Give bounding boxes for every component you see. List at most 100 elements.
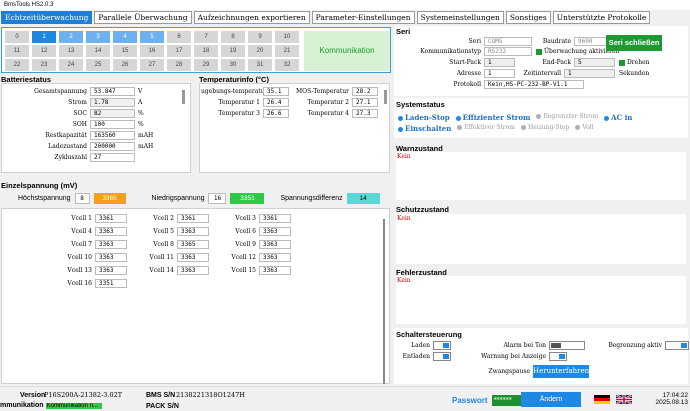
system-status-item: Begrenzter Strom [536,113,598,122]
battery-row: Restkapazität 163560 mAH [4,131,153,140]
footer: Version P16S200A-21382-3.02T BMS S/N 213… [0,386,690,411]
status-text: AC in [611,113,633,122]
battery-unit: A [138,99,143,106]
pack-cell[interactable]: 30 [221,59,245,71]
warn-display-toggle[interactable] [549,352,567,361]
charge-toggle[interactable] [433,341,451,350]
pack-cell[interactable]: 21 [275,45,299,57]
interval-select[interactable]: 1 [564,69,615,78]
pack-cell[interactable]: 23 [32,59,56,71]
battery-status-panel: Gesamtspannung 53.847 V Strom 1.78 A SOC 82% SOH… [1,83,191,173]
tab-4[interactable]: Systemeinstellungen [416,11,504,24]
pack-cell[interactable]: 29 [194,59,218,71]
battery-label: SOC [73,110,87,117]
change-password-button[interactable]: Ändern [521,392,581,407]
status-dot-icon [536,114,542,119]
status-dot-icon [398,115,403,121]
min-cell-index: 16 [208,193,227,204]
pack-cell[interactable]: 22 [5,59,29,71]
communication-value: Kommunikation n... [45,402,102,409]
status-dot-icon [575,125,581,130]
pack-cell[interactable]: 3 [86,31,110,43]
clock: 17:04:22 2025.08.13 [650,392,688,406]
pack-cell[interactable]: 24 [59,59,83,71]
pack-cell[interactable]: 13 [59,45,83,57]
tab-2[interactable]: Aufzeichnungen exportieren [193,11,310,24]
pack-cell[interactable]: 5 [140,31,164,43]
communication-status: Kommunikation [304,31,390,71]
pack-cell[interactable]: 27 [140,59,164,71]
battery-label: Restkapazität [45,132,87,139]
cell-label: Vcell 9 [235,241,256,248]
pack-cell[interactable]: 0 [5,31,29,43]
cell-voltage-item: Vcell 5 3363 [134,227,209,236]
uk-flag-icon[interactable] [616,395,632,404]
temperature-scrollbar[interactable] [384,90,387,104]
cell-value: 3365 [177,240,209,249]
pack-cell[interactable]: 11 [5,45,29,57]
tab-6[interactable]: Unterstützte Protokolle [552,11,651,24]
cell-scrollbar[interactable] [383,219,385,384]
discharge-toggle[interactable] [433,352,451,361]
tab-3[interactable]: Parameter-Einstellungen [311,11,415,24]
battery-row: SOH 100% [4,120,144,129]
pack-cell[interactable]: 16 [140,45,164,57]
cell-value: 3351 [95,279,127,288]
rotate-checkbox[interactable] [619,59,625,66]
cell-value: 3363 [177,227,209,236]
battery-label: Ladezustand [48,143,87,150]
alarm-toggle[interactable] [549,341,585,350]
cell-voltage-item: Vcell 13 3363 [52,266,127,275]
pack-cell[interactable]: 1 [32,31,56,43]
pack-cell[interactable]: 32 [275,59,299,71]
battery-label: Gesamtspannung [34,88,87,95]
pack-cell[interactable]: 12 [32,45,56,57]
comm-type-select[interactable]: RS232 [484,47,532,56]
pack-cell[interactable]: 20 [248,45,272,57]
system-status-item: Heizung-Stop [520,124,569,133]
pack-cell[interactable]: 25 [86,59,110,71]
address-input[interactable]: 1 [484,69,515,78]
pack-cell[interactable]: 26 [113,59,137,71]
seri-select[interactable]: COM5 [484,37,532,46]
cell-voltage-panel: Vcell 1 3361 Vcell 2 3361 Vcell 3 3361 Vcell 4… [1,208,390,384]
tab-1[interactable]: Parallele Überwachung [94,11,192,24]
start-pack-select[interactable]: 1 [484,58,515,67]
pack-cell[interactable]: 8 [221,31,245,43]
battery-value: 200000 [90,142,135,151]
battery-row: Strom 1.78 A [4,98,142,107]
system-status-panel: Systemstatus Laden-Stop Effizienter Strom… [394,98,688,138]
cell-voltage-item: Vcell 10 3363 [52,253,127,262]
pack-cell[interactable]: 28 [167,59,191,71]
monitor-checkbox[interactable] [536,48,542,55]
pack-cell[interactable]: 18 [194,45,218,57]
pack-cell[interactable]: 6 [167,31,191,43]
tab-5[interactable]: Sonstiges [505,11,551,24]
pack-cell[interactable]: 19 [221,45,245,57]
pack-cell[interactable]: 14 [86,45,110,57]
shutdown-button[interactable]: Herunterfahren [533,365,589,378]
battery-label: Strom [68,99,87,106]
alarm-label: Alarm bei Ton [503,342,546,349]
pack-cell[interactable]: 2 [59,31,83,43]
pack-cell[interactable]: 17 [167,45,191,57]
cell-label: Vcell 4 [71,228,92,235]
tab-0[interactable]: Echtzeitüberwachung [1,11,93,24]
clock-time: 17:04:22 [662,392,688,399]
serial-close-button[interactable]: Seri schließen [606,35,662,51]
pack-cell[interactable]: 7 [194,31,218,43]
pack-cell[interactable]: 10 [275,31,299,43]
temp-label: Temperatur 3 [218,110,260,117]
pack-cell[interactable]: 9 [248,31,272,43]
fault-text: Kein [396,276,686,324]
battery-scrollbar[interactable] [182,90,185,104]
cell-label: Vcell 6 [235,228,256,235]
bms-sn-value: 2138221318O1247H [176,391,245,399]
pack-cell[interactable]: 31 [248,59,272,71]
german-flag-icon[interactable] [594,395,610,404]
temperature-row: ugebungs-temperatur 35.1 MOS-Temperatur 28.… [201,87,378,96]
limit-toggle[interactable] [665,341,689,350]
pack-cell[interactable]: 15 [113,45,137,57]
end-pack-select[interactable]: 5 [574,58,615,67]
pack-cell[interactable]: 4 [113,31,137,43]
